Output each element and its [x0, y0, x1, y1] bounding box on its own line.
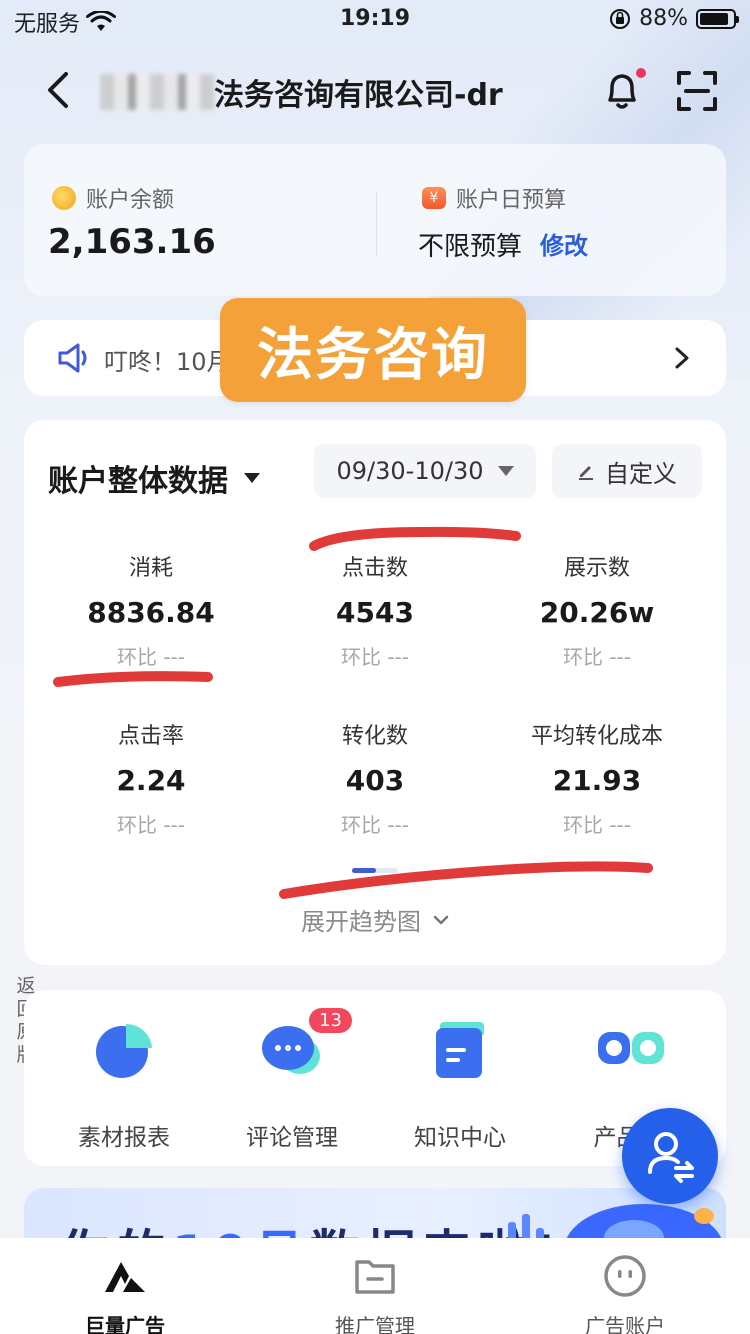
- custom-button[interactable]: 自定义: [552, 444, 702, 498]
- metric-ratio: 环比 ---: [340, 813, 409, 837]
- caret-down-icon: [244, 473, 260, 483]
- rotation-lock-icon: [610, 8, 631, 29]
- metric-ctr[interactable]: 点击率 2.24 环比 ---: [34, 718, 268, 838]
- data-title-dropdown[interactable]: 账户整体数据: [48, 456, 260, 500]
- metric-value: 4543: [336, 596, 414, 629]
- expand-trend-button[interactable]: 展开趋势图: [24, 902, 726, 937]
- page-title: 法务咨询有限公司-dr: [214, 78, 503, 113]
- coin-icon: [52, 186, 76, 210]
- budget-edit-link[interactable]: 修改: [540, 226, 588, 261]
- status-bar: 无服务 19:19 88%: [0, 0, 750, 44]
- bottom-tab-bar: 巨量广告 推广管理 广告账户: [0, 1238, 750, 1334]
- battery-icon: [696, 8, 739, 29]
- chat-bubble-icon: 13: [260, 1008, 352, 1082]
- metric-label: 转化数: [341, 724, 408, 749]
- metric-ratio: 环比 ---: [116, 645, 185, 669]
- budget-label-row: ¥ 账户日预算: [422, 182, 566, 214]
- pie-chart-icon: [92, 1018, 156, 1082]
- chevron-down-icon: [433, 915, 449, 924]
- tab-label: 推广管理: [335, 1314, 415, 1334]
- notification-dot: [636, 68, 646, 78]
- balance-card: 账户余额 2,163.16 ¥ 账户日预算 不限预算 修改: [24, 144, 726, 296]
- battery-text: 88%: [639, 6, 688, 31]
- date-range-select[interactable]: 09/30-10/30: [314, 444, 536, 498]
- tool-label: 评论管理: [246, 1125, 338, 1151]
- tool-label: 知识中心: [414, 1125, 506, 1151]
- balance-label-row: 账户余额: [52, 182, 174, 214]
- tab-label: 巨量广告: [85, 1314, 165, 1334]
- status-right: 88%: [609, 6, 739, 31]
- switch-account-float-button[interactable]: [622, 1108, 718, 1204]
- caret-down-icon: [497, 466, 514, 476]
- ocean-engine-icon: [105, 1262, 145, 1292]
- data-title: 账户整体数据: [48, 464, 228, 499]
- metric-cost[interactable]: 消耗 8836.84 环比 ---: [34, 550, 268, 670]
- battery-fill: [700, 12, 729, 25]
- tab-label: 广告账户: [585, 1314, 665, 1334]
- folder-icon: [355, 1260, 395, 1294]
- tools-card: 素材报表 13 评论管理 知识中心: [24, 990, 726, 1166]
- metric-avg-conversion-cost[interactable]: 平均转化成本 21.93 环比 ---: [480, 718, 714, 838]
- account-face-icon: [604, 1255, 646, 1297]
- metric-value: 403: [345, 764, 405, 797]
- metric-value: 21.93: [552, 764, 642, 797]
- balance-divider: [376, 192, 377, 256]
- metric-impressions[interactable]: 展示数 20.26w 环比 ---: [480, 550, 714, 670]
- budget-value: 不限预算: [418, 232, 523, 262]
- page-indicator: [352, 868, 398, 873]
- metric-conversions[interactable]: 转化数 403 环比 ---: [258, 718, 492, 838]
- metric-ratio: 环比 ---: [116, 813, 185, 837]
- tool-knowledge-center[interactable]: 知识中心: [376, 1018, 544, 1152]
- metric-clicks[interactable]: 点击数 4543 环比 ---: [258, 550, 492, 670]
- comment-count-badge: 13: [309, 1008, 352, 1033]
- custom-label: 自定义: [605, 459, 677, 488]
- scan-icon[interactable]: [676, 70, 718, 112]
- overlay-label: 法务咨询: [220, 298, 526, 402]
- metric-label: 点击率: [117, 724, 184, 749]
- balance-value: 2,163.16: [48, 222, 216, 262]
- budget-label: 账户日预算: [456, 188, 567, 213]
- tab-ocean-engine[interactable]: 巨量广告: [0, 1252, 250, 1334]
- metric-ratio: 环比 ---: [562, 813, 631, 837]
- book-icon: [428, 1018, 492, 1082]
- metric-label: 平均转化成本: [530, 724, 663, 749]
- metric-value: 8836.84: [87, 596, 215, 629]
- chevron-right-icon: [675, 347, 689, 369]
- tab-promotion-manage[interactable]: 推广管理: [250, 1252, 500, 1334]
- blurred-company-prefix: [100, 74, 215, 110]
- metric-label: 展示数: [563, 556, 630, 581]
- back-icon[interactable]: [42, 70, 74, 110]
- metric-label: 消耗: [128, 556, 173, 581]
- date-range-text: 09/30-10/30: [336, 457, 484, 485]
- yen-icon: ¥: [422, 187, 446, 209]
- metric-value: 20.26w: [539, 596, 655, 629]
- metric-ratio: 环比 ---: [562, 645, 631, 669]
- tool-label: 素材报表: [78, 1125, 170, 1151]
- page-indicator-active: [352, 868, 376, 873]
- switch-user-icon: [648, 1132, 694, 1183]
- expand-label: 展开趋势图: [301, 908, 421, 936]
- tool-comment-manage[interactable]: 13 评论管理: [208, 1008, 376, 1152]
- nav-bar: 法务咨询有限公司-dr: [0, 60, 750, 120]
- pen-icon: [579, 466, 593, 480]
- product-icon: [596, 1018, 664, 1082]
- metric-label: 点击数: [341, 556, 408, 581]
- metric-value: 2.24: [116, 764, 186, 797]
- metric-ratio: 环比 ---: [340, 645, 409, 669]
- account-data-card: 账户整体数据 09/30-10/30 自定义 消耗 8836.84 环比 ---…: [24, 420, 726, 965]
- balance-label: 账户余额: [86, 188, 175, 213]
- notice-text: 叮咚！10月: [104, 348, 231, 376]
- tool-material-report[interactable]: 素材报表: [40, 1018, 208, 1152]
- speaker-icon: [58, 343, 87, 373]
- tab-ad-account[interactable]: 广告账户: [500, 1252, 750, 1334]
